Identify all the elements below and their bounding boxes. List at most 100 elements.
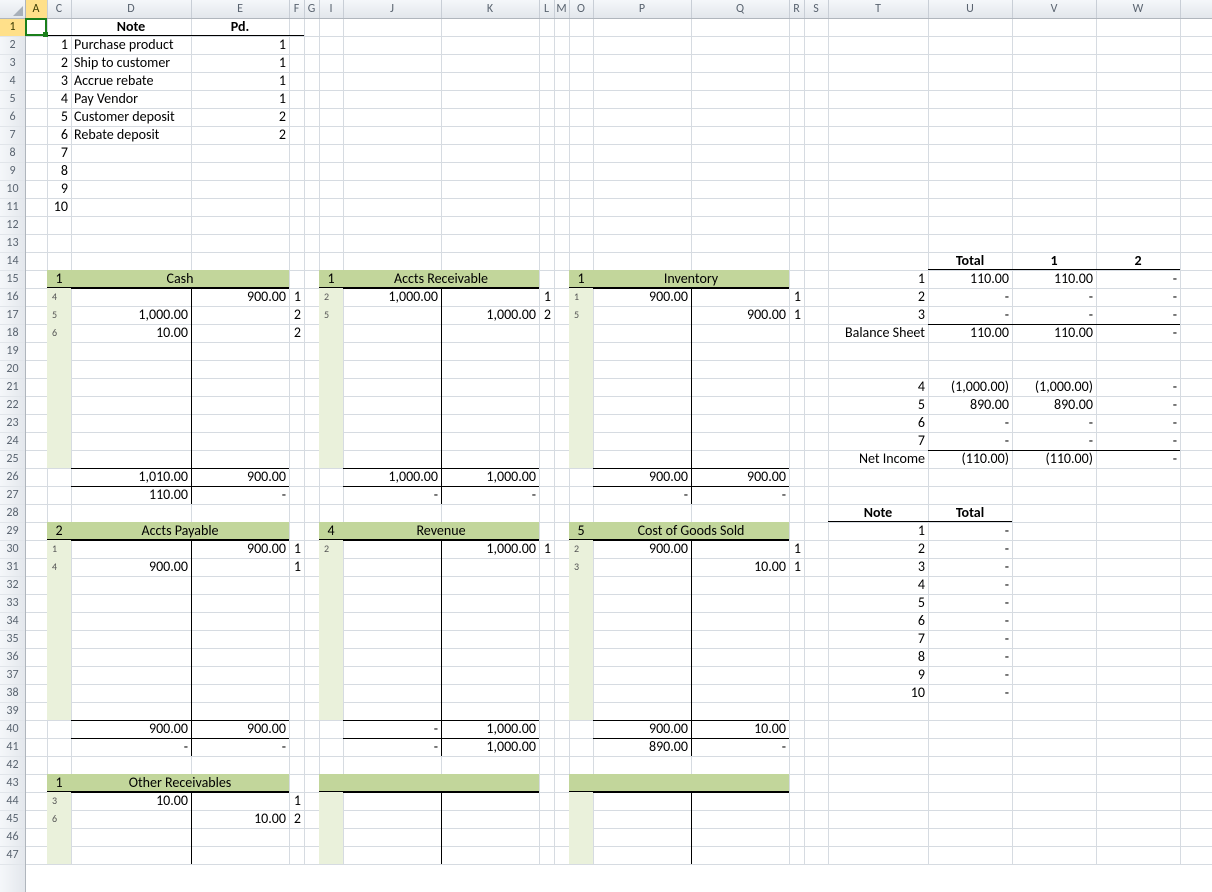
summary-row2-label[interactable]: 6 — [828, 414, 928, 432]
note-num-9[interactable]: 9 — [47, 180, 71, 198]
summary-ni-label[interactable]: Net Income — [788, 450, 928, 468]
note-num-3[interactable]: 3 — [47, 72, 71, 90]
t-total-credit[interactable]: 900.00 — [691, 468, 789, 486]
row-header-15[interactable]: 15 — [0, 270, 25, 289]
t-entry-pd[interactable]: 1 — [789, 306, 804, 324]
t-total-credit[interactable]: 1,000.00 — [441, 720, 539, 738]
nt-row-val[interactable]: - — [928, 648, 1012, 666]
summary-row-c2[interactable]: - — [1096, 270, 1180, 288]
nt-row-val[interactable]: - — [928, 612, 1012, 630]
note-num-1[interactable]: 1 — [47, 36, 71, 54]
t-total-credit[interactable]: 900.00 — [191, 720, 289, 738]
t-entry-pd[interactable]: 1 — [789, 558, 804, 576]
nt-row-num[interactable]: 2 — [828, 540, 928, 558]
t-entry-credit[interactable]: 10.00 — [191, 810, 289, 828]
row-header-9[interactable]: 9 — [0, 162, 25, 181]
t-entry-pd[interactable]: 1 — [539, 540, 554, 558]
t-entry-pd[interactable]: 2 — [289, 324, 304, 342]
note-pd-1[interactable]: 1 — [191, 36, 289, 54]
t-total-debit[interactable]: 900.00 — [593, 468, 691, 486]
t-entry-pd[interactable]: 1 — [789, 540, 804, 558]
t-entry-pd[interactable]: 2 — [289, 306, 304, 324]
row-header-19[interactable]: 19 — [0, 342, 25, 361]
summary-row2-c2[interactable]: - — [1096, 432, 1180, 450]
row-header-33[interactable]: 33 — [0, 594, 25, 613]
row-header-34[interactable]: 34 — [0, 612, 25, 631]
summary-ni-c2[interactable]: - — [1096, 450, 1180, 468]
row-header-36[interactable]: 36 — [0, 648, 25, 667]
row-header-11[interactable]: 11 — [0, 198, 25, 217]
t-account-corner[interactable] — [319, 774, 343, 792]
summary-row-label[interactable]: 2 — [828, 288, 928, 306]
row-header-10[interactable]: 10 — [0, 180, 25, 199]
t-net-debit[interactable]: - — [343, 738, 441, 756]
summary-row-total[interactable]: - — [928, 288, 1012, 306]
nt-row-val[interactable]: - — [928, 558, 1012, 576]
summary-row-label[interactable]: 1 — [828, 270, 928, 288]
t-account-corner[interactable]: 1 — [319, 270, 343, 288]
t-total-credit[interactable]: 1,000.00 — [441, 468, 539, 486]
summary-row2-total[interactable]: - — [928, 414, 1012, 432]
row-header-1[interactable]: 1 — [0, 18, 25, 37]
row-header-4[interactable]: 4 — [0, 72, 25, 91]
col-header-C[interactable]: C — [47, 0, 72, 18]
t-total-debit[interactable]: 1,000.00 — [343, 468, 441, 486]
t-entry-pd[interactable]: 1 — [289, 558, 304, 576]
select-all-corner[interactable] — [0, 0, 26, 19]
col-header-Q[interactable]: Q — [691, 0, 790, 18]
summary-balance-label[interactable]: Balance Sheet — [788, 324, 928, 342]
t-entry-pd[interactable]: 1 — [789, 288, 804, 306]
t-net-debit[interactable]: 110.00 — [71, 486, 191, 504]
summary-bal-c2[interactable]: - — [1096, 324, 1180, 342]
row-header-38[interactable]: 38 — [0, 684, 25, 703]
row-header-3[interactable]: 3 — [0, 54, 25, 73]
t-entry-credit[interactable]: 900.00 — [691, 306, 789, 324]
col-header-R[interactable]: R — [789, 0, 805, 18]
row-header-20[interactable]: 20 — [0, 360, 25, 379]
row-header-21[interactable]: 21 — [0, 378, 25, 397]
note-pd-4[interactable]: 1 — [191, 90, 289, 108]
nt-row-num[interactable]: 8 — [828, 648, 928, 666]
t-account-title[interactable]: Revenue — [343, 522, 539, 540]
row-header-6[interactable]: 6 — [0, 108, 25, 127]
row-header-44[interactable]: 44 — [0, 792, 25, 811]
row-header-18[interactable]: 18 — [0, 324, 25, 343]
note-pd-6[interactable]: 2 — [191, 126, 289, 144]
col-header-I[interactable]: I — [319, 0, 344, 18]
summary-row2-c1[interactable]: - — [1012, 432, 1096, 450]
t-account-corner[interactable]: 1 — [569, 270, 593, 288]
notes-header-note[interactable]: Note — [71, 18, 191, 36]
grid-area[interactable]: NotePd.1Purchase product12Ship to custom… — [25, 18, 1212, 892]
t-account-corner[interactable]: 5 — [569, 522, 593, 540]
note-num-5[interactable]: 5 — [47, 108, 71, 126]
col-header-G[interactable]: G — [304, 0, 320, 18]
t-net-credit[interactable]: - — [191, 738, 289, 756]
nt-hdr-total[interactable]: Total — [928, 504, 1012, 522]
t-net-debit[interactable]: - — [593, 486, 691, 504]
note-pd-5[interactable]: 2 — [191, 108, 289, 126]
row-header-25[interactable]: 25 — [0, 450, 25, 469]
summary-row-c1[interactable]: 110.00 — [1012, 270, 1096, 288]
t-net-debit[interactable]: 890.00 — [593, 738, 691, 756]
summary-hdr-total[interactable]: Total — [928, 252, 1012, 270]
t-entry-pd[interactable]: 2 — [289, 810, 304, 828]
nt-row-num[interactable]: 4 — [828, 576, 928, 594]
t-net-credit[interactable]: 1,000.00 — [441, 738, 539, 756]
row-header-31[interactable]: 31 — [0, 558, 25, 577]
summary-bal-total[interactable]: 110.00 — [928, 324, 1012, 342]
t-entry-credit[interactable]: 10.00 — [691, 558, 789, 576]
row-header-47[interactable]: 47 — [0, 846, 25, 865]
t-entry-debit[interactable]: 10.00 — [71, 324, 191, 342]
t-account-title[interactable]: Other Receivables — [71, 774, 289, 792]
summary-row2-c1[interactable]: - — [1012, 414, 1096, 432]
summary-row-c2[interactable]: - — [1096, 306, 1180, 324]
t-account-corner[interactable]: 1 — [47, 774, 71, 792]
nt-row-num[interactable]: 5 — [828, 594, 928, 612]
row-header-16[interactable]: 16 — [0, 288, 25, 307]
summary-row2-c2[interactable]: - — [1096, 378, 1180, 396]
t-net-debit[interactable]: - — [343, 486, 441, 504]
notes-header-pd[interactable]: Pd. — [191, 18, 289, 36]
row-header-35[interactable]: 35 — [0, 630, 25, 649]
col-header-V[interactable]: V — [1012, 0, 1097, 18]
summary-row2-label[interactable]: 7 — [828, 432, 928, 450]
